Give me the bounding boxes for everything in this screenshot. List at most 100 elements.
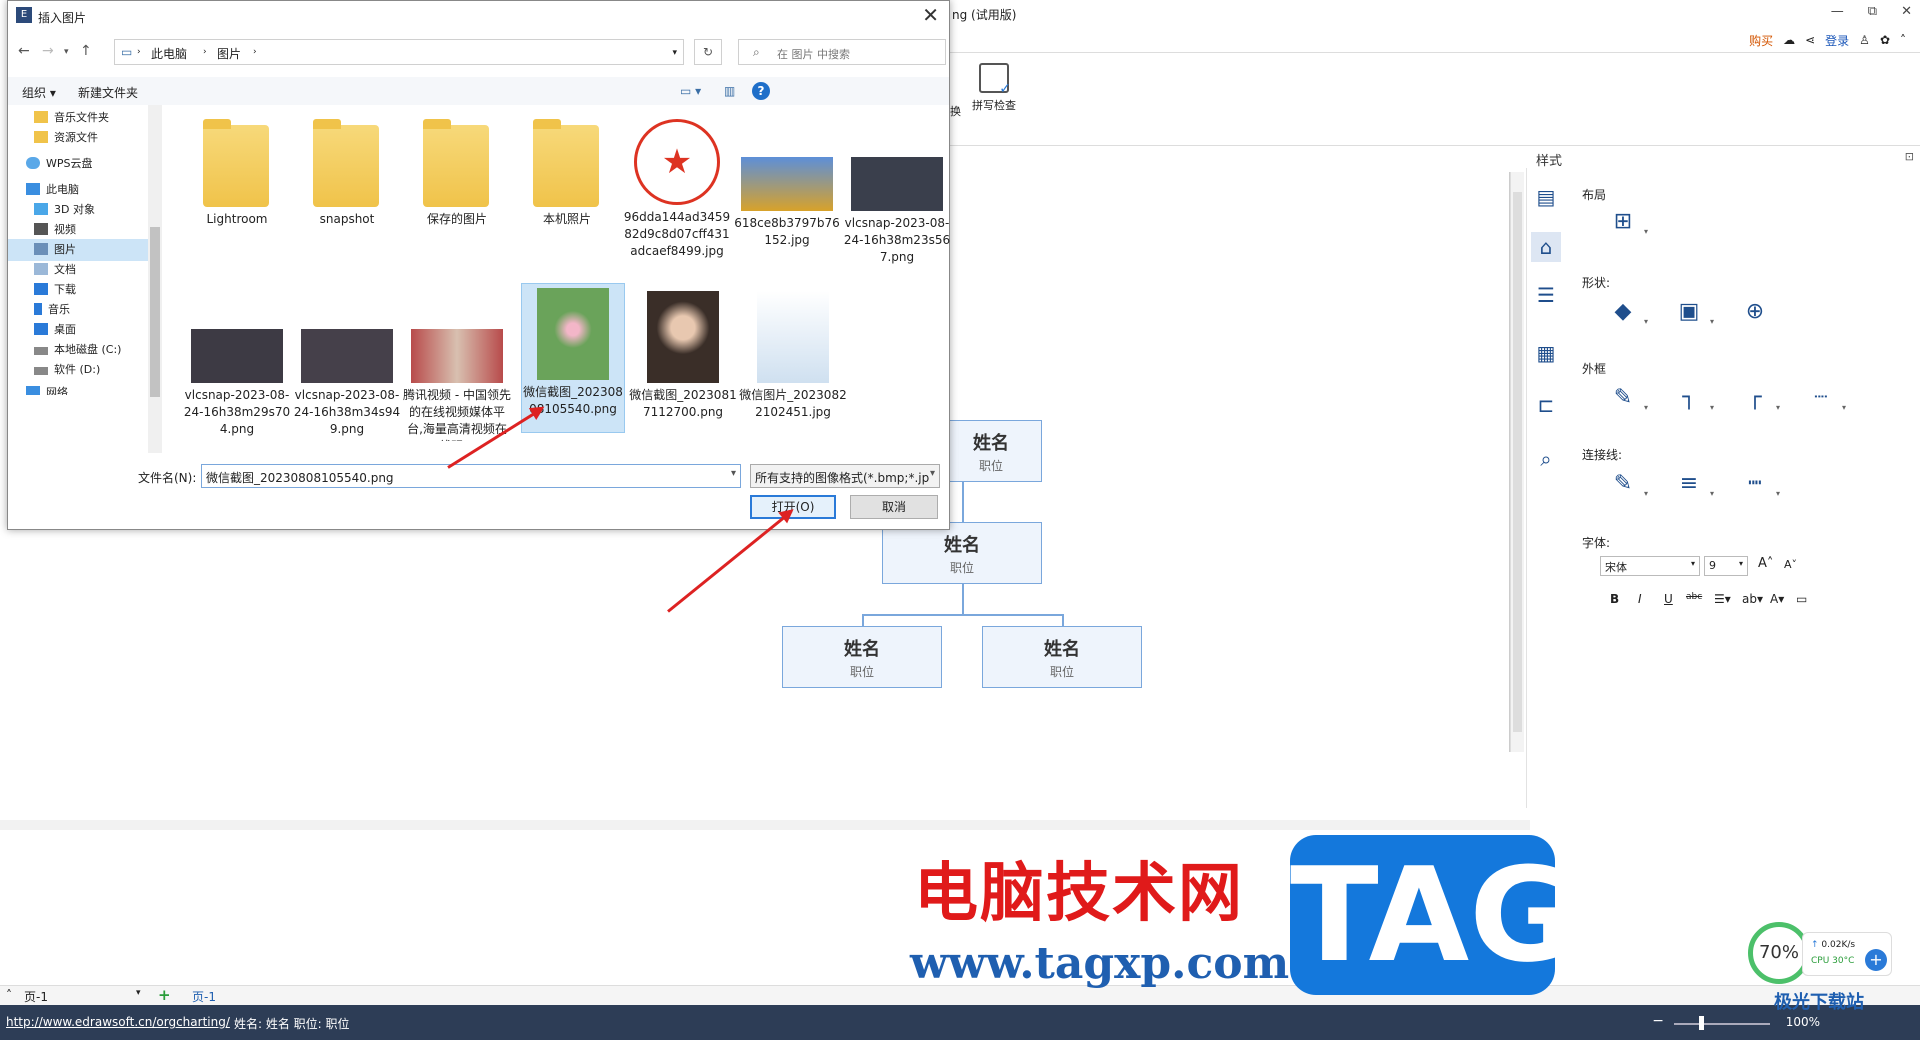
nav-item[interactable]: 音乐 xyxy=(8,299,148,321)
file-item[interactable]: 腾讯视频 - 中国领先的在线视频媒体平台,海量高清视频在线观... xyxy=(403,291,511,441)
forward-arrow-icon[interactable]: → xyxy=(42,43,54,59)
status-url-link[interactable]: http://www.edrawsoft.cn/orgcharting/ xyxy=(6,1015,230,1029)
file-item[interactable]: 618ce8b3797b76152.jpg xyxy=(733,119,841,249)
file-item[interactable]: vlcsnap-2023-08-24-16h38m23s567.png xyxy=(843,119,951,266)
strikethrough-button[interactable]: abc xyxy=(1686,592,1702,602)
refresh-button[interactable]: ↻ xyxy=(694,39,722,65)
cloud-icon[interactable]: ☁ xyxy=(1783,33,1795,47)
filename-input[interactable]: 微信截图_20230808105540.png ▾ xyxy=(201,464,741,488)
bold-button[interactable]: B xyxy=(1610,592,1619,606)
file-item[interactable]: 微信图片_20230822102451.jpg xyxy=(739,291,847,421)
card-icon[interactable]: ▤ xyxy=(1531,182,1561,212)
nav-item[interactable]: 软件 (D:) xyxy=(8,359,148,381)
case-icon[interactable]: ab▾ xyxy=(1742,592,1763,606)
italic-button[interactable]: I xyxy=(1638,592,1642,606)
nav-item[interactable]: 视频 xyxy=(8,219,148,241)
org-node[interactable]: 姓名 职位 xyxy=(782,626,942,688)
font-size-select[interactable]: 9 ▾ xyxy=(1704,556,1748,576)
connector-color-icon[interactable]: ✎ ▾ xyxy=(1606,470,1648,498)
file-item[interactable]: Lightroom xyxy=(183,119,291,228)
nav-item[interactable]: 网络 xyxy=(8,385,148,395)
shirt-icon[interactable]: ♙ xyxy=(1859,33,1870,47)
file-item[interactable]: 微信截图_20230817112700.png xyxy=(629,291,737,421)
breadcrumb-pictures[interactable]: 图片 xyxy=(217,45,241,62)
share-icon[interactable]: ⋖ xyxy=(1805,33,1815,47)
file-item[interactable]: snapshot xyxy=(293,119,401,228)
layout-tree-icon[interactable]: ⊞ ▾ xyxy=(1606,208,1648,236)
calendar-icon[interactable]: ▦ xyxy=(1531,338,1561,368)
org-node[interactable]: 姓名 职位 xyxy=(982,626,1142,688)
line-color-icon[interactable]: ✎ ▾ xyxy=(1606,384,1648,412)
line-weight-icon[interactable]: ≡ ▾ xyxy=(1672,470,1714,498)
nav-item[interactable]: 资源文件 xyxy=(8,127,148,149)
login-link[interactable]: 登录 xyxy=(1825,32,1849,49)
nav-item[interactable]: 桌面 xyxy=(8,319,148,341)
line-dash-icon[interactable]: ┉ ▾ xyxy=(1738,470,1780,498)
recent-dropdown-icon[interactable]: ▾ xyxy=(64,47,69,57)
fill-bucket-icon[interactable]: ◆ ▾ xyxy=(1606,298,1648,326)
org-node[interactable]: 姓名 职位 xyxy=(882,522,1042,584)
file-item[interactable]: vlcsnap-2023-08-24-16h38m29s704.png xyxy=(183,291,291,438)
add-page-icon[interactable]: + xyxy=(158,986,171,1004)
network-speed-widget[interactable]: 70% ↑ 0.02K/s CPU 30°C + xyxy=(1748,922,1908,984)
shadow-icon[interactable]: ▣ ▾ xyxy=(1672,298,1714,326)
zoom-slider-thumb[interactable] xyxy=(1699,1016,1704,1030)
restore-button[interactable]: ⧉ xyxy=(1868,4,1877,19)
dialog-close-button[interactable]: ✕ xyxy=(922,3,939,27)
nav-item-selected[interactable]: 图片 xyxy=(8,239,148,261)
list-icon[interactable]: ☰ xyxy=(1531,280,1561,310)
organize-button[interactable]: 组织 ▾ xyxy=(22,84,56,101)
nav-item[interactable]: 下载 xyxy=(8,279,148,301)
nav-item[interactable]: 3D 对象 xyxy=(8,199,148,221)
back-arrow-icon[interactable]: ← xyxy=(18,43,30,59)
filetype-select[interactable]: 所有支持的图像格式(*.bmp;*.jp ▾ xyxy=(750,464,940,488)
corner-icon[interactable]: ┐ ▾ xyxy=(1672,384,1714,412)
palette-icon[interactable]: ✿ xyxy=(1880,33,1890,47)
nav-item[interactable]: 本地磁盘 (C:) xyxy=(8,339,148,361)
underline-button[interactable]: U xyxy=(1664,592,1673,606)
close-button[interactable]: ✕ xyxy=(1901,4,1912,19)
nav-item[interactable]: 音乐文件夹 xyxy=(8,107,148,129)
insert-image-icon[interactable]: ⊕ xyxy=(1738,298,1772,326)
buy-link[interactable]: 购买 xyxy=(1749,32,1773,49)
plus-icon[interactable]: + xyxy=(1865,949,1887,971)
new-folder-button[interactable]: 新建文件夹 xyxy=(78,84,138,101)
file-item[interactable]: vlcsnap-2023-08-24-16h38m34s949.png xyxy=(293,291,401,438)
collapse-icon[interactable]: ˄ xyxy=(1900,33,1906,47)
page-tab[interactable]: 页-1 xyxy=(192,988,216,1005)
spellcheck-button[interactable]: 拼写检查 xyxy=(972,63,1016,113)
font-family-select[interactable]: 宋体 ▾ xyxy=(1600,556,1700,576)
file-item[interactable]: 本机照片 xyxy=(513,119,621,228)
view-icon[interactable]: ▭ ▾ xyxy=(680,84,701,98)
page-select[interactable]: 页-1 xyxy=(24,988,48,1005)
file-item[interactable]: 保存的图片 xyxy=(403,119,511,228)
chevron-up-icon[interactable]: ˄ xyxy=(6,988,12,1002)
text-box-icon[interactable]: ▭ xyxy=(1796,592,1807,606)
up-arrow-icon[interactable]: ↑ xyxy=(80,43,92,59)
find-icon[interactable]: ⌕ xyxy=(1531,444,1561,474)
nav-item[interactable]: 此电脑 xyxy=(8,179,148,201)
nav-item[interactable]: WPS云盘 xyxy=(8,153,148,175)
scroll-thumb[interactable] xyxy=(150,227,160,397)
chevron-down-icon[interactable]: ▾ xyxy=(930,468,935,479)
shrink-font-icon[interactable]: A˅ xyxy=(1784,558,1797,571)
ribbon-prev-button[interactable]: 换 xyxy=(950,103,961,119)
scroll-thumb[interactable] xyxy=(1513,192,1522,732)
chevron-down-icon[interactable]: ▾ xyxy=(731,468,736,479)
chevron-down-icon[interactable]: ▾ xyxy=(136,988,141,998)
help-icon[interactable]: ? xyxy=(752,82,770,100)
minimize-button[interactable]: — xyxy=(1831,4,1844,19)
zoom-slider[interactable] xyxy=(1674,1023,1770,1025)
align-icon[interactable]: ☰▾ xyxy=(1714,592,1731,606)
corner-style-icon[interactable]: ┌ ▾ xyxy=(1738,384,1780,412)
search-box[interactable]: ⌕ 在 图片 中搜索 xyxy=(738,39,946,65)
breadcrumb-pc[interactable]: 此电脑 xyxy=(151,45,187,62)
cancel-button[interactable]: 取消 xyxy=(850,495,938,519)
address-bar[interactable]: ▭ › 此电脑 › 图片 › ▾ xyxy=(114,39,684,65)
preview-pane-icon[interactable]: ▥ xyxy=(724,84,735,98)
grow-font-icon[interactable]: A˄ xyxy=(1758,556,1773,571)
canvas-horizontal-scrollbar[interactable] xyxy=(0,820,1530,830)
pin-icon[interactable]: ⊡ xyxy=(1905,150,1914,163)
chevron-down-icon[interactable]: ▾ xyxy=(672,48,677,58)
tree-icon[interactable]: ⊏ xyxy=(1531,390,1561,420)
